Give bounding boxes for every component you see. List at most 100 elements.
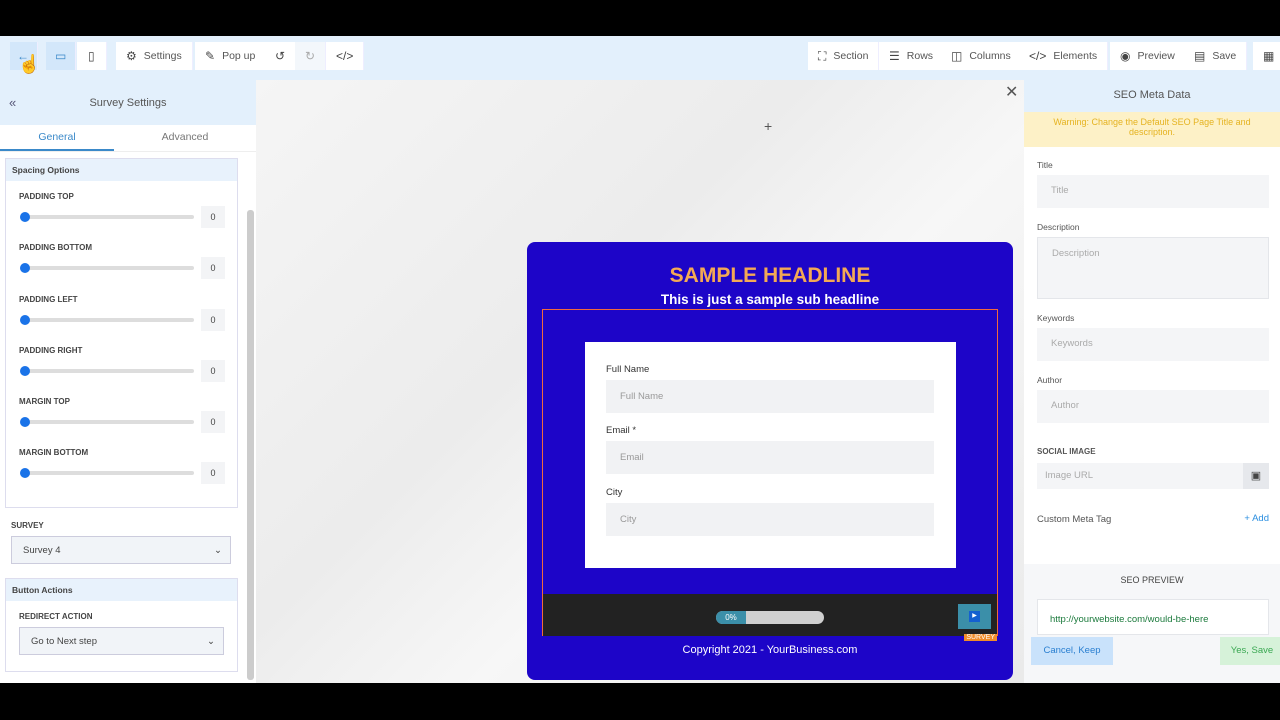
progress-bar: 0% <box>716 611 824 624</box>
seo-preview-title: SEO PREVIEW <box>1120 575 1184 585</box>
slider-track[interactable] <box>24 368 194 373</box>
mobile-view-button[interactable]: ▯ <box>77 42 107 70</box>
scrollbar[interactable] <box>247 210 254 680</box>
top-toolbar: ← ▭ ▯ ⚙ Settings ✎ Pop up ↺ ↻ </> ⛶ Section… <box>0 36 1280 80</box>
slider-row: MARGIN BOTTOM 0 <box>6 437 237 488</box>
headline[interactable]: SAMPLE HEADLINE <box>527 264 1013 288</box>
slider-row: PADDING TOP 0 <box>6 181 237 232</box>
redirect-label: REDIRECT ACTION <box>19 612 93 621</box>
survey-select[interactable]: Survey 4 ⌄ <box>11 536 231 564</box>
field-label: City <box>606 487 623 498</box>
popup-preview: SAMPLE HEADLINE This is just a sample su… <box>527 242 1013 680</box>
next-button[interactable]: ▶ <box>958 604 991 629</box>
elements-button[interactable]: </> Elements <box>1019 42 1109 70</box>
social-image-label: SOCIAL IMAGE <box>1037 447 1096 456</box>
slider-value[interactable]: 0 <box>201 257 225 280</box>
slider-track[interactable] <box>24 266 194 271</box>
slider-label: PADDING BOTTOM <box>19 243 93 253</box>
keywords-label: Keywords <box>1037 313 1075 323</box>
popup-button[interactable]: ✎ Pop up <box>195 42 267 70</box>
tab-advanced[interactable]: Advanced <box>114 125 256 151</box>
author-label: Author <box>1037 375 1063 385</box>
desktop-view-button[interactable]: ▭ <box>46 42 76 70</box>
save-label: Save <box>1212 50 1237 62</box>
apps-button[interactable]: ▦ <box>1253 42 1280 70</box>
keywords-input[interactable]: Keywords <box>1037 328 1269 361</box>
add-label: Add <box>1252 513 1269 524</box>
survey-element[interactable]: Full Name Full Name Email * Email City C… <box>542 309 998 641</box>
panel-title: Survey Settings <box>89 96 167 109</box>
button-actions: Button Actions REDIRECT ACTION Go to Nex… <box>5 578 238 672</box>
yes-save-button[interactable]: Yes, Save <box>1220 637 1280 665</box>
redo-button[interactable]: ↻ <box>295 42 327 70</box>
redo-icon: ↻ <box>305 49 316 63</box>
actions-title: Button Actions <box>6 579 237 601</box>
slider-value[interactable]: 0 <box>201 411 225 434</box>
survey-label: SURVEY <box>11 521 44 530</box>
add-section-icon[interactable]: + <box>764 118 772 134</box>
save-icon: ▤ <box>1194 49 1206 63</box>
collapse-icon[interactable]: « <box>9 95 16 110</box>
cancel-button[interactable]: Cancel, Keep <box>1031 637 1113 665</box>
settings-button[interactable]: ⚙ Settings <box>116 42 193 70</box>
custom-meta-label: Custom Meta Tag <box>1037 514 1112 525</box>
slider-track[interactable] <box>24 317 194 322</box>
edit-icon: ✎ <box>205 49 216 63</box>
field-label: Email * <box>606 425 637 436</box>
desktop-icon: ▭ <box>55 49 67 63</box>
slider-label: PADDING TOP <box>19 192 74 201</box>
slider-handle[interactable] <box>20 365 30 376</box>
tab-general[interactable]: General <box>0 125 114 151</box>
add-meta-button[interactable]: + Add <box>1244 513 1269 524</box>
redirect-value: Go to Next step <box>31 635 98 647</box>
slider-handle[interactable] <box>20 263 30 274</box>
undo-button[interactable]: ↺ <box>265 42 297 70</box>
seo-title: SEO Meta Data <box>1024 80 1280 112</box>
eye-icon: ◉ <box>1120 49 1131 63</box>
image-picker-icon[interactable]: ▣ <box>1243 463 1269 489</box>
settings-label: Settings <box>143 50 182 62</box>
code-icon: </> <box>336 49 354 63</box>
field-label: Full Name <box>606 364 650 375</box>
editor-canvas[interactable]: + SAMPLE HEADLINE This is just a sample … <box>256 80 1024 683</box>
section-label: Section <box>833 50 869 62</box>
slider-track[interactable] <box>24 420 194 425</box>
columns-button[interactable]: ◫ Columns <box>941 42 1022 70</box>
grid-icon: ▦ <box>1263 49 1275 63</box>
slider-value[interactable]: 0 <box>201 462 225 485</box>
slider-value[interactable]: 0 <box>201 359 225 382</box>
full-name-input[interactable]: Full Name <box>606 380 934 413</box>
slider-handle[interactable] <box>20 314 30 325</box>
survey-value: Survey 4 <box>23 544 61 556</box>
email-input[interactable]: Email <box>606 441 934 474</box>
slider-handle[interactable] <box>20 468 30 479</box>
survey-settings-panel: « Survey Settings General Advanced Spacin… <box>0 80 256 683</box>
city-input[interactable]: City <box>606 503 934 536</box>
slider-handle[interactable] <box>20 212 30 222</box>
seo-panel: SEO Meta Data Warning: Change the Defaul… <box>1024 80 1280 683</box>
save-button[interactable]: ▤ Save <box>1184 42 1248 70</box>
slider-row: PADDING RIGHT 0 <box>6 335 237 386</box>
slider-label: MARGIN BOTTOM <box>19 448 89 458</box>
description-input[interactable]: Description <box>1037 237 1269 299</box>
popup-label: Pop up <box>222 50 256 62</box>
spacing-title: Spacing Options <box>6 159 237 181</box>
slider-value[interactable]: 0 <box>201 308 225 331</box>
slider-handle[interactable] <box>20 417 30 428</box>
rows-button[interactable]: ☰ Rows <box>879 42 945 70</box>
play-icon: ▶ <box>969 611 980 622</box>
slider-track[interactable] <box>24 471 194 476</box>
preview-button[interactable]: ◉ Preview <box>1110 42 1186 70</box>
sub-headline[interactable]: This is just a sample sub headline <box>527 292 1013 307</box>
slider-value[interactable]: 0 <box>201 206 225 228</box>
author-input[interactable]: Author <box>1037 390 1269 423</box>
section-button[interactable]: ⛶ Section <box>808 42 880 70</box>
chevron-down-icon: ⌄ <box>207 635 215 647</box>
slider-label: PADDING LEFT <box>19 294 78 304</box>
slider-track[interactable] <box>24 215 194 219</box>
redirect-select[interactable]: Go to Next step ⌄ <box>19 627 224 655</box>
close-icon[interactable]: ✕ <box>1005 82 1018 102</box>
title-input[interactable]: Title <box>1037 175 1269 208</box>
code-button[interactable]: </> <box>326 42 365 70</box>
image-url-input[interactable]: Image URL <box>1037 463 1243 489</box>
